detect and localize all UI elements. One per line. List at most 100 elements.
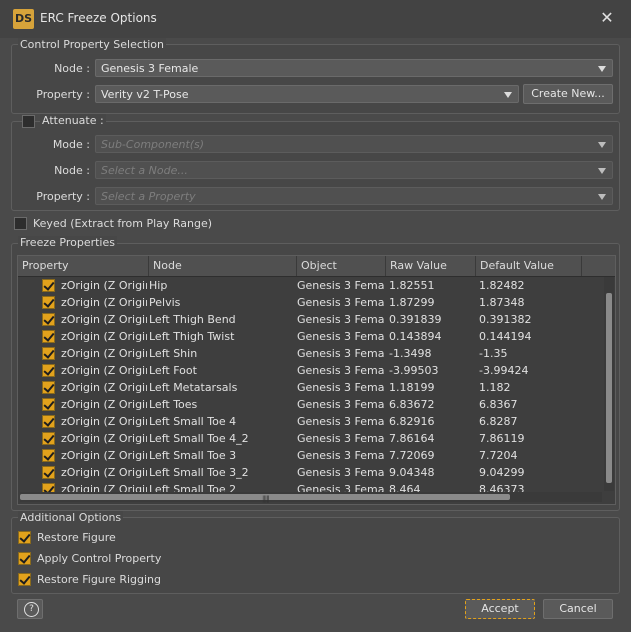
cell-node: Left Foot: [149, 364, 197, 377]
property-select[interactable]: Verity v2 T-Pose: [95, 85, 519, 103]
erc-freeze-options-dialog: DS ERC Freeze Options ✕ Control Property…: [0, 0, 631, 632]
attenuate-node-label: Node :: [54, 164, 90, 177]
restore-figure-rigging-checkbox[interactable]: [18, 573, 31, 586]
table-row[interactable]: zOrigin (Z Origin) Left Small Toe 4 Genesi…: [18, 413, 603, 430]
row-checkbox[interactable]: [42, 381, 55, 394]
row-checkbox[interactable]: [42, 432, 55, 445]
attenuate-property-placeholder: Select a Property: [101, 190, 196, 203]
vertical-scrollbar[interactable]: [604, 277, 614, 491]
table-row[interactable]: zOrigin (Z Origin) Left Small Toe 3_2 Gene…: [18, 464, 603, 481]
cell-node: Hip: [149, 279, 168, 292]
column-header-raw-value[interactable]: Raw Value: [386, 256, 476, 276]
table-row[interactable]: zOrigin (Z Origin) Left Toes Genesis 3 Fem…: [18, 396, 603, 413]
cell-property: zOrigin (Z Origin): [61, 381, 147, 394]
window-title: ERC Freeze Options: [40, 11, 157, 25]
row-checkbox[interactable]: [42, 415, 55, 428]
cell-default: 0.391382: [479, 313, 532, 326]
create-new-button[interactable]: Create New...: [523, 84, 613, 104]
chevron-down-icon: [598, 168, 606, 174]
column-header-property[interactable]: Property: [18, 256, 149, 276]
row-checkbox[interactable]: [42, 296, 55, 309]
table-row[interactable]: zOrigin (Z Origin) Left Metatarsals Genesi…: [18, 379, 603, 396]
cell-object: Genesis 3 Female: [297, 432, 385, 445]
row-checkbox[interactable]: [42, 347, 55, 360]
daz-studio-logo-icon: DS: [13, 9, 34, 29]
accept-button[interactable]: Accept: [465, 599, 535, 619]
mode-select[interactable]: Sub-Component(s): [95, 135, 613, 153]
cell-object: Genesis 3 Female: [297, 381, 385, 394]
cell-object: Genesis 3 Female: [297, 330, 385, 343]
table-row[interactable]: zOrigin (Z Origin) Pelvis Genesis 3 Female…: [18, 294, 603, 311]
cell-property: zOrigin (Z Origin): [61, 398, 147, 411]
cell-raw: 9.04348: [389, 466, 435, 479]
cell-node: Left Thigh Twist: [149, 330, 235, 343]
table-row[interactable]: zOrigin (Z Origin) Left Thigh Bend Genesis…: [18, 311, 603, 328]
cell-object: Genesis 3 Female: [297, 398, 385, 411]
cell-object: Genesis 3 Female: [297, 466, 385, 479]
table-row[interactable]: zOrigin (Z Origin) Left Thigh Twist Genesi…: [18, 328, 603, 345]
cell-default: 7.86119: [479, 432, 525, 445]
apply-control-property-label: Apply Control Property: [37, 552, 162, 565]
close-icon[interactable]: ✕: [598, 9, 616, 27]
horizontal-scrollbar[interactable]: |||||: [20, 492, 602, 503]
cell-node: Left Small Toe 3_2: [149, 466, 249, 479]
keyed-checkbox[interactable]: [14, 217, 27, 230]
freeze-properties-table: Property Node Object Raw Value Default V…: [17, 255, 616, 505]
mode-select-placeholder: Sub-Component(s): [101, 138, 205, 151]
row-checkbox[interactable]: [42, 466, 55, 479]
row-checkbox[interactable]: [42, 279, 55, 292]
column-header-node[interactable]: Node: [149, 256, 297, 276]
attenuate-checkbox[interactable]: [22, 115, 35, 128]
row-checkbox[interactable]: [42, 449, 55, 462]
cell-object: Genesis 3 Female: [297, 313, 385, 326]
cell-node: Pelvis: [149, 296, 181, 309]
cell-node: Left Small Toe 4_2: [149, 432, 249, 445]
horizontal-scroll-thumb[interactable]: |||||: [20, 494, 510, 503]
cell-default: -3.99424: [479, 364, 529, 377]
cancel-button[interactable]: Cancel: [543, 599, 613, 619]
additional-options-group-title: Additional Options: [18, 511, 124, 524]
attenuate-node-select[interactable]: Select a Node...: [95, 161, 613, 179]
row-checkbox[interactable]: [42, 313, 55, 326]
cell-raw: 0.143894: [389, 330, 442, 343]
restore-figure-checkbox[interactable]: [18, 531, 31, 544]
cell-raw: 0.391839: [389, 313, 442, 326]
cell-default: 9.04299: [479, 466, 525, 479]
table-row[interactable]: zOrigin (Z Origin) Hip Genesis 3 Female 1.8…: [18, 277, 603, 294]
cell-property: zOrigin (Z Origin): [61, 296, 147, 309]
cell-default: 0.144194: [479, 330, 532, 343]
chevron-down-icon: [598, 66, 606, 72]
cell-property: zOrigin (Z Origin): [61, 432, 147, 445]
cell-default: 1.82482: [479, 279, 525, 292]
cell-default: 7.7204: [479, 449, 518, 462]
row-checkbox[interactable]: [42, 330, 55, 343]
help-button[interactable]: ?: [17, 599, 43, 619]
row-checkbox[interactable]: [42, 364, 55, 377]
table-row[interactable]: zOrigin (Z Origin) Left Small Toe 4_2 Gene…: [18, 430, 603, 447]
cell-node: Left Small Toe 4: [149, 415, 237, 428]
cell-property: zOrigin (Z Origin): [61, 313, 147, 326]
table-row[interactable]: zOrigin (Z Origin) Left Small Toe 3 Genesi…: [18, 447, 603, 464]
cell-property: zOrigin (Z Origin): [61, 364, 147, 377]
title-bar: DS ERC Freeze Options ✕: [0, 0, 631, 38]
table-row[interactable]: zOrigin (Z Origin) Left Shin Genesis 3 Fem…: [18, 345, 603, 362]
cell-node: Left Toes: [149, 398, 198, 411]
column-header-spacer: [582, 256, 615, 276]
cell-property: zOrigin (Z Origin): [61, 415, 147, 428]
cell-object: Genesis 3 Female: [297, 449, 385, 462]
row-checkbox[interactable]: [42, 398, 55, 411]
apply-control-property-checkbox[interactable]: [18, 552, 31, 565]
cell-property: zOrigin (Z Origin): [61, 279, 147, 292]
cell-raw: 7.86164: [389, 432, 435, 445]
cell-default: -1.35: [479, 347, 508, 360]
table-row[interactable]: zOrigin (Z Origin) Left Foot Genesis 3 Fem…: [18, 362, 603, 379]
attenuate-property-select[interactable]: Select a Property: [95, 187, 613, 205]
node-select[interactable]: Genesis 3 Female: [95, 59, 613, 77]
cell-default: 1.182: [479, 381, 511, 394]
column-header-default-value[interactable]: Default Value: [476, 256, 582, 276]
cell-node: Left Small Toe 3: [149, 449, 237, 462]
vertical-scroll-thumb[interactable]: [606, 293, 612, 483]
column-header-object[interactable]: Object: [297, 256, 386, 276]
cell-property: zOrigin (Z Origin): [61, 347, 147, 360]
cell-raw: 1.87299: [389, 296, 435, 309]
